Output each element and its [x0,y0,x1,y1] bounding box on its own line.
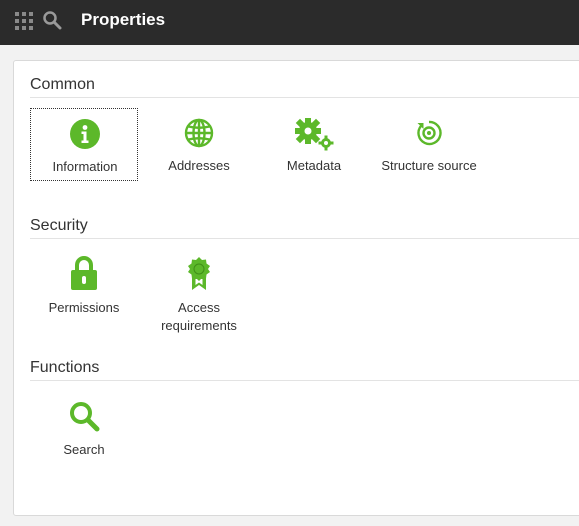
tile-label-line-1: Access [178,300,220,315]
tile-metadata[interactable]: Metadata [260,108,368,181]
lock-icon [71,256,97,290]
tile-label: Structure source [381,158,477,173]
tile-label: Search [63,442,105,457]
page-title: Properties [81,10,166,29]
award-ribbon-icon [188,257,210,290]
search-icon [70,402,100,432]
top-bar: Properties [0,0,579,45]
section-divider [30,238,579,239]
apps-grid-icon[interactable] [15,12,33,30]
section-title-security: Security [30,217,88,234]
tile-access-requirements[interactable]: Access requirements [145,251,253,341]
tile-addresses[interactable]: Addresses [145,108,253,181]
gears-icon [295,118,334,151]
tile-structure-source[interactable]: Structure source [375,108,483,181]
info-icon [70,119,100,149]
globe-icon [184,118,214,148]
properties-panel: Common Information Addresses Metadata St… [13,60,579,516]
section-divider [30,380,579,381]
section-divider [30,97,579,98]
tile-search[interactable]: Search [30,392,138,462]
target-refresh-icon [417,120,442,146]
tile-label: Addresses [168,158,230,173]
section-title-functions: Functions [30,359,100,376]
search-icon[interactable] [42,10,62,30]
tile-label: Metadata [286,158,342,173]
tile-permissions[interactable]: Permissions [30,251,138,341]
tile-label-line-2: requirements [161,318,237,333]
tile-label: Permissions [48,300,120,315]
tile-information[interactable]: Information [30,108,138,181]
tile-label: Information [52,159,118,174]
section-title-common: Common [30,76,95,93]
